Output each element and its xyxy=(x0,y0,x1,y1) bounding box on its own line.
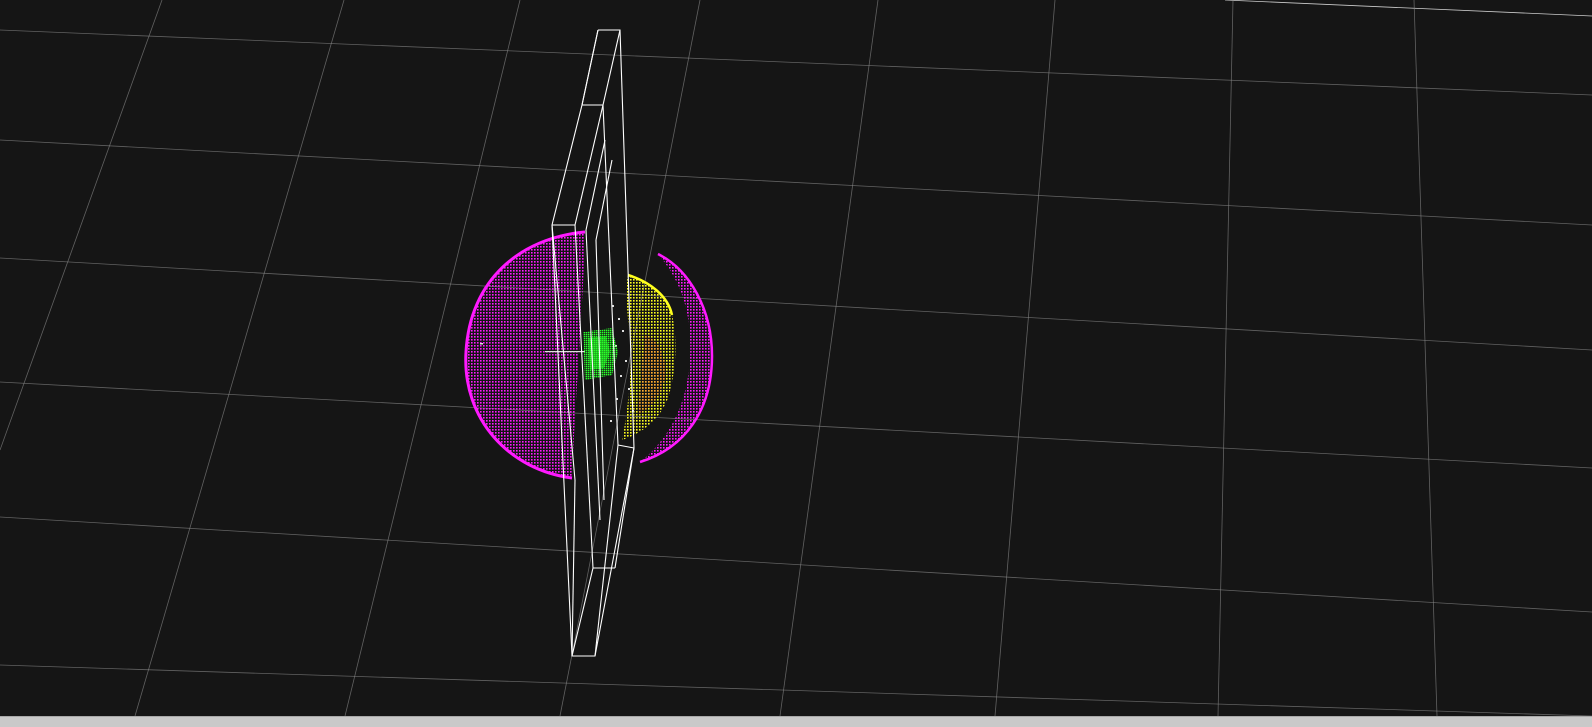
3d-scene-canvas[interactable] xyxy=(0,0,1592,716)
floor-grid xyxy=(0,0,1592,716)
3d-viewport[interactable] xyxy=(0,0,1592,716)
status-bar xyxy=(0,716,1592,727)
